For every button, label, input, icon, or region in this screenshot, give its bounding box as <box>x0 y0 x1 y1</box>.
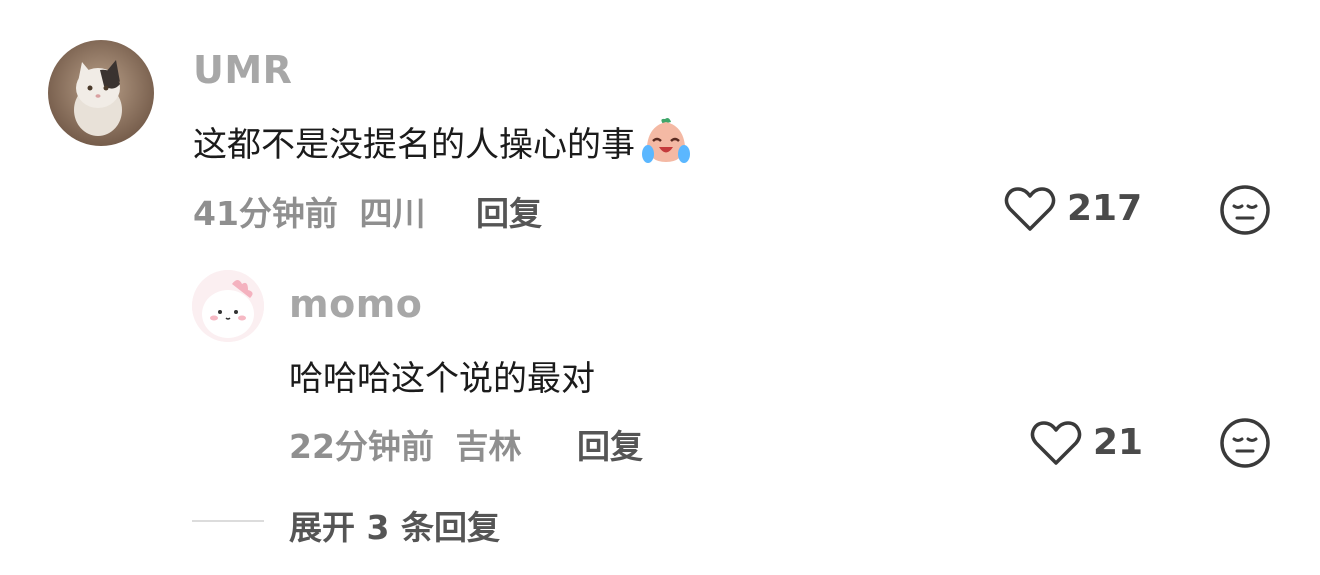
comment-text-body: 这都不是没提名的人操心的事 <box>193 124 635 165</box>
expand-replies-button[interactable]: 展开 3 条回复 <box>289 501 500 549</box>
comment-text: 这都不是没提名的人操心的事 <box>193 116 693 166</box>
comment-username[interactable]: momo <box>289 282 422 326</box>
laughing-tears-emoji-icon <box>639 116 693 166</box>
neutral-face-icon[interactable] <box>1219 417 1271 469</box>
reply-button[interactable]: 回复 <box>476 187 542 235</box>
comment-meta: 41分钟前 四川 <box>193 187 425 235</box>
avatar[interactable] <box>48 40 154 146</box>
like-count: 217 <box>1067 188 1143 229</box>
heart-outline-icon[interactable] <box>1003 184 1057 234</box>
neutral-face-icon[interactable] <box>1219 184 1271 236</box>
comment-location: 吉林 <box>455 427 522 466</box>
like-count: 21 <box>1093 422 1144 463</box>
comment-location: 四川 <box>359 194 426 233</box>
divider <box>192 520 264 522</box>
reply-button[interactable]: 回复 <box>577 420 643 468</box>
heart-outline-icon[interactable] <box>1029 418 1083 468</box>
comment-meta: 22分钟前 吉林 <box>289 420 521 468</box>
comment-time: 22分钟前 <box>289 427 434 466</box>
avatar[interactable] <box>192 270 264 342</box>
comment-text: 哈哈哈这个说的最对 <box>289 359 595 399</box>
comment-username[interactable]: UMR <box>193 48 292 92</box>
comment-time: 41分钟前 <box>193 194 338 233</box>
